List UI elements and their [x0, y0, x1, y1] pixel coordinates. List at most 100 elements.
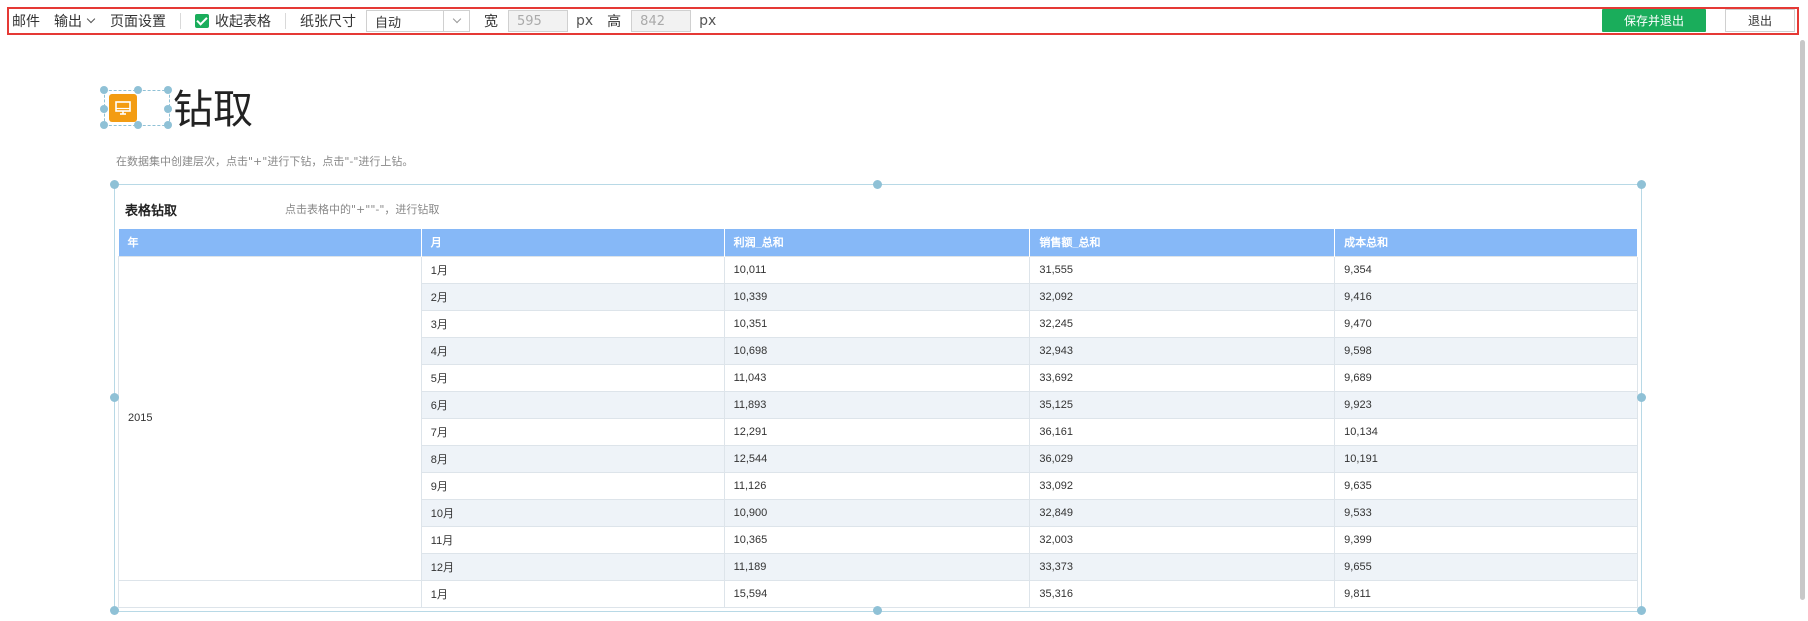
page-setup-label: 页面设置: [110, 14, 166, 30]
resize-handle[interactable]: [110, 606, 119, 615]
resize-handle[interactable]: [110, 180, 119, 189]
table-body: 2015 1月 10,011 31,555 9,354 2月 10,339 32,092 9,4…: [118, 255, 1638, 608]
paper-size-value: 自动: [375, 15, 402, 31]
resize-handle[interactable]: [873, 606, 882, 615]
cost-cell: 9,811: [1334, 579, 1638, 608]
column-header-cost-sum[interactable]: 成本总和: [1334, 229, 1638, 256]
month-cell[interactable]: 11月: [420, 525, 725, 554]
height-input[interactable]: 842: [631, 10, 692, 32]
sales-cell: 32,943: [1029, 336, 1336, 365]
table-header-row: 年 月 利润_总和 销售额_总和 成本总和: [118, 229, 1638, 256]
export-label: 输出: [54, 14, 82, 30]
column-header-year[interactable]: 年: [118, 229, 422, 256]
cost-cell: 9,923: [1334, 390, 1638, 419]
month-cell[interactable]: 5月: [420, 363, 725, 392]
month-cell[interactable]: 12月: [420, 552, 725, 581]
page-setup-button[interactable]: 页面设置: [110, 9, 166, 33]
exit-button[interactable]: 退出: [1725, 9, 1795, 32]
cost-cell: 9,635: [1334, 471, 1638, 500]
resize-handle[interactable]: [1637, 393, 1646, 402]
sales-cell: 36,161: [1029, 417, 1336, 446]
month-cell[interactable]: 3月: [420, 309, 725, 338]
profit-cell: 10,011: [723, 255, 1031, 284]
height-label: 高: [607, 14, 622, 30]
resize-handle[interactable]: [873, 180, 882, 189]
data-table: 年 月 利润_总和 销售额_总和 成本总和 2015 1月 10,011 31,555…: [118, 229, 1638, 608]
table-row: 1月 15,594 35,316 9,811: [118, 579, 1638, 608]
sales-cell: 35,125: [1029, 390, 1336, 419]
cost-cell: 9,416: [1334, 282, 1638, 311]
month-cell[interactable]: 9月: [420, 471, 725, 500]
cost-cell: 9,470: [1334, 309, 1638, 338]
resize-handle[interactable]: [100, 105, 108, 113]
month-cell[interactable]: 6月: [420, 390, 725, 419]
chevron-down-icon: [452, 14, 461, 24]
month-cell[interactable]: 10月: [420, 498, 725, 527]
month-cell[interactable]: 1月: [420, 579, 725, 608]
profit-cell: 11,893: [723, 390, 1031, 419]
save-and-exit-button[interactable]: 保存并退出: [1602, 9, 1706, 32]
profit-cell: 11,043: [723, 363, 1031, 392]
mail-menu[interactable]: 邮件: [12, 9, 40, 33]
profit-cell: 15,594: [723, 579, 1031, 608]
month-cell[interactable]: 7月: [420, 417, 725, 446]
chevron-down-icon: [86, 14, 96, 24]
sales-cell: 32,092: [1029, 282, 1336, 311]
resize-handle[interactable]: [134, 121, 142, 129]
checkbox-checked-icon[interactable]: [195, 14, 209, 28]
collapse-table-toggle[interactable]: 收起表格: [195, 9, 271, 33]
cost-cell: 9,655: [1334, 552, 1638, 581]
top-toolbar: 邮件 输出 页面设置 收起表格 纸张尺寸 自动 宽 595 px 高 842 p…: [7, 7, 1799, 35]
sales-cell: 36,029: [1029, 444, 1336, 473]
resize-handle[interactable]: [164, 86, 172, 94]
resize-handle[interactable]: [134, 86, 142, 94]
page-title: 钻取: [173, 87, 253, 133]
column-header-sales-sum[interactable]: 销售额_总和: [1029, 229, 1336, 256]
year-cell[interactable]: [118, 579, 422, 608]
table-drill-widget[interactable]: 表格钻取 点击表格中的"+""-"，进行钻取 年 月 利润_总和 销售额_总和 …: [114, 184, 1642, 612]
height-group: 高 842 px: [607, 9, 730, 33]
divider: [285, 13, 286, 29]
export-menu[interactable]: 输出: [54, 9, 96, 33]
resize-handle[interactable]: [1637, 606, 1646, 615]
profit-cell: 10,900: [723, 498, 1031, 527]
profit-cell: 12,544: [723, 444, 1031, 473]
width-input[interactable]: 595: [508, 10, 568, 32]
resize-handle[interactable]: [164, 121, 172, 129]
month-cell[interactable]: 2月: [420, 282, 725, 311]
cost-cell: 9,689: [1334, 363, 1638, 392]
profit-cell: 10,351: [723, 309, 1031, 338]
column-header-month[interactable]: 月: [421, 229, 725, 256]
month-cell[interactable]: 1月: [420, 255, 725, 284]
sales-cell: 33,373: [1029, 552, 1336, 581]
year-cell[interactable]: 2015: [118, 255, 422, 581]
sales-cell: 32,003: [1029, 525, 1336, 554]
sales-cell: 32,849: [1029, 498, 1336, 527]
resize-handle[interactable]: [164, 105, 172, 113]
vertical-scrollbar[interactable]: [1800, 40, 1805, 600]
month-cell[interactable]: 8月: [420, 444, 725, 473]
width-unit: px: [576, 13, 594, 29]
paper-size-group: 纸张尺寸 自动: [300, 9, 470, 33]
resize-handle[interactable]: [100, 86, 108, 94]
monitor-icon: [109, 94, 137, 122]
resize-handle[interactable]: [110, 393, 119, 402]
sales-cell: 32,245: [1029, 309, 1336, 338]
resize-handle[interactable]: [100, 121, 108, 129]
cost-cell: 9,598: [1334, 336, 1638, 365]
sales-cell: 31,555: [1029, 255, 1336, 284]
profit-cell: 12,291: [723, 417, 1031, 446]
month-cell[interactable]: 4月: [420, 336, 725, 365]
title-icon-widget[interactable]: [100, 86, 172, 129]
cost-cell: 9,533: [1334, 498, 1638, 527]
paper-size-label: 纸张尺寸: [300, 14, 356, 30]
divider: [180, 13, 181, 29]
table-widget-hint: 点击表格中的"+""-"，进行钻取: [285, 203, 440, 216]
select-arrow[interactable]: [443, 11, 469, 31]
resize-handle[interactable]: [1637, 180, 1646, 189]
cost-cell: 9,399: [1334, 525, 1638, 554]
profit-cell: 10,365: [723, 525, 1031, 554]
cost-cell: 10,134: [1334, 417, 1638, 446]
column-header-profit-sum[interactable]: 利润_总和: [724, 229, 1031, 256]
paper-size-select[interactable]: 自动: [366, 10, 470, 32]
